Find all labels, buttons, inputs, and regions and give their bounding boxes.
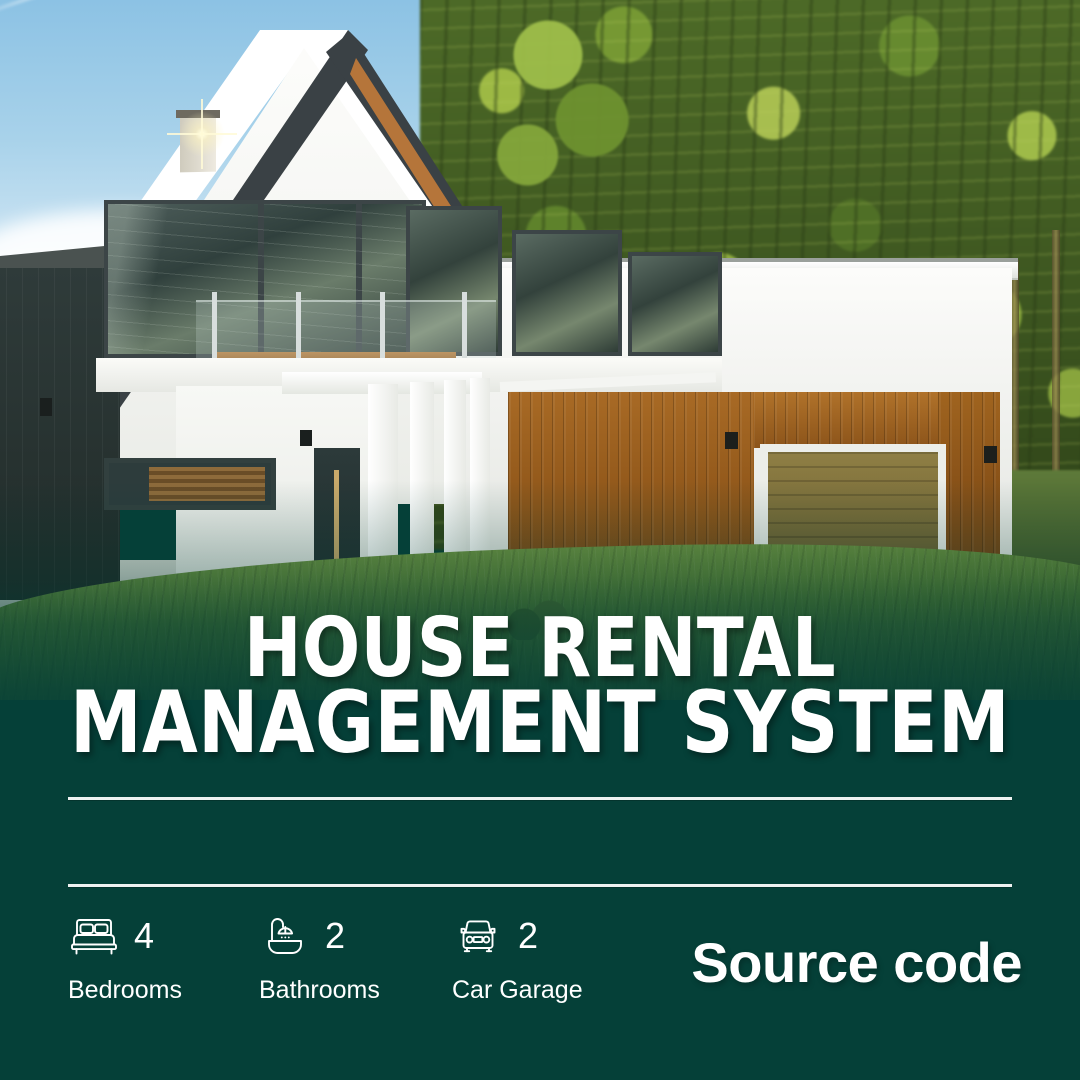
stat-bedrooms: 4 Bedrooms	[68, 908, 253, 1005]
bathtub-icon	[268, 918, 302, 954]
stat-bedrooms-label: Bedrooms	[68, 976, 182, 1004]
stat-bedrooms-value: 4	[134, 915, 155, 956]
stat-bathrooms-top: 2	[259, 908, 438, 964]
property-poster: HOUSE RENTAL MANAGEMENT SYSTEM 4 Bedroom…	[0, 0, 1080, 1080]
poster-content: HOUSE RENTAL MANAGEMENT SYSTEM 4 Bedroom…	[0, 0, 1080, 1080]
stat-car-garage: 2 Car Garage	[438, 908, 648, 1005]
stat-car-garage-top: 2	[452, 908, 648, 964]
source-code-cta[interactable]: Source code	[691, 930, 1022, 995]
stat-bathrooms: 2 Bathrooms	[253, 908, 438, 1005]
page-title: HOUSE RENTAL MANAGEMENT SYSTEM	[38, 608, 1042, 773]
car-icon	[460, 920, 496, 953]
stat-bathrooms-value: 2	[325, 915, 346, 956]
stat-bathrooms-label: Bathrooms	[259, 976, 380, 1004]
stat-car-garage-value: 2	[518, 915, 539, 956]
stat-car-garage-label: Car Garage	[452, 976, 583, 1004]
title-line-2: MANAGEMENT SYSTEM	[69, 673, 1011, 773]
divider-bottom	[68, 884, 1012, 887]
bed-icon	[71, 919, 117, 955]
divider-top	[68, 797, 1012, 800]
stat-bedrooms-top: 4	[68, 908, 253, 964]
